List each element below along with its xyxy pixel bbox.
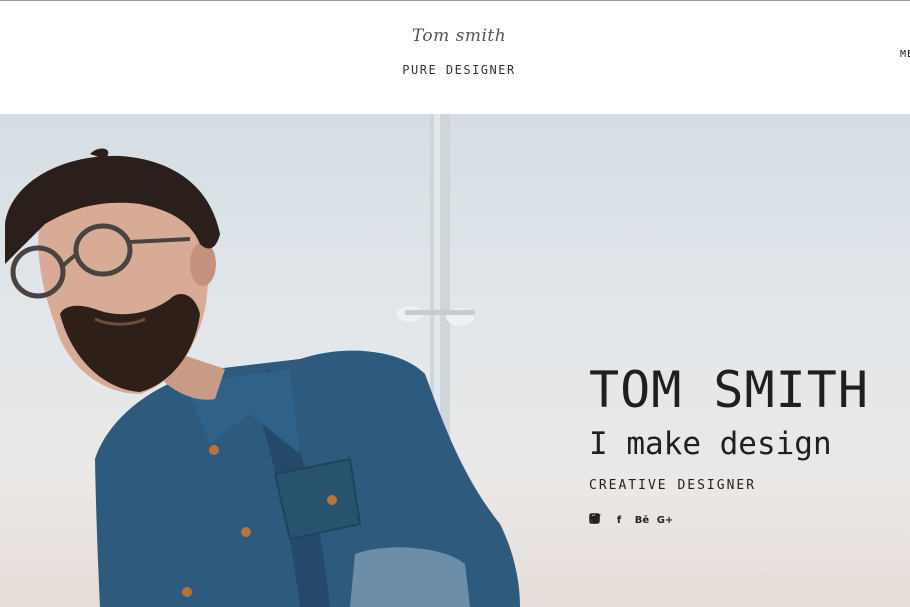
site-tagline: PURE DESIGNER xyxy=(402,63,516,77)
hero-role: CREATIVE DESIGNER xyxy=(589,478,757,493)
social-links: f Bē G+ xyxy=(589,513,718,527)
facebook-icon[interactable]: f xyxy=(612,513,626,527)
hero-section: TOM SMITH I make design CREATIVE DESIGNE… xyxy=(0,114,910,607)
behance-icon[interactable]: Bē xyxy=(635,513,649,527)
hero-tagline: I make design xyxy=(589,426,832,462)
google-plus-icon[interactable]: G+ xyxy=(657,513,674,527)
instagram-icon[interactable] xyxy=(589,513,718,527)
site-header: Tom smith PURE DESIGNER MENU xyxy=(0,1,910,114)
site-logo[interactable]: Tom smith xyxy=(0,26,910,46)
menu-button[interactable]: MENU xyxy=(900,49,910,60)
dribbble-icon[interactable] xyxy=(589,513,695,527)
hero-name: TOM SMITH xyxy=(589,361,869,419)
